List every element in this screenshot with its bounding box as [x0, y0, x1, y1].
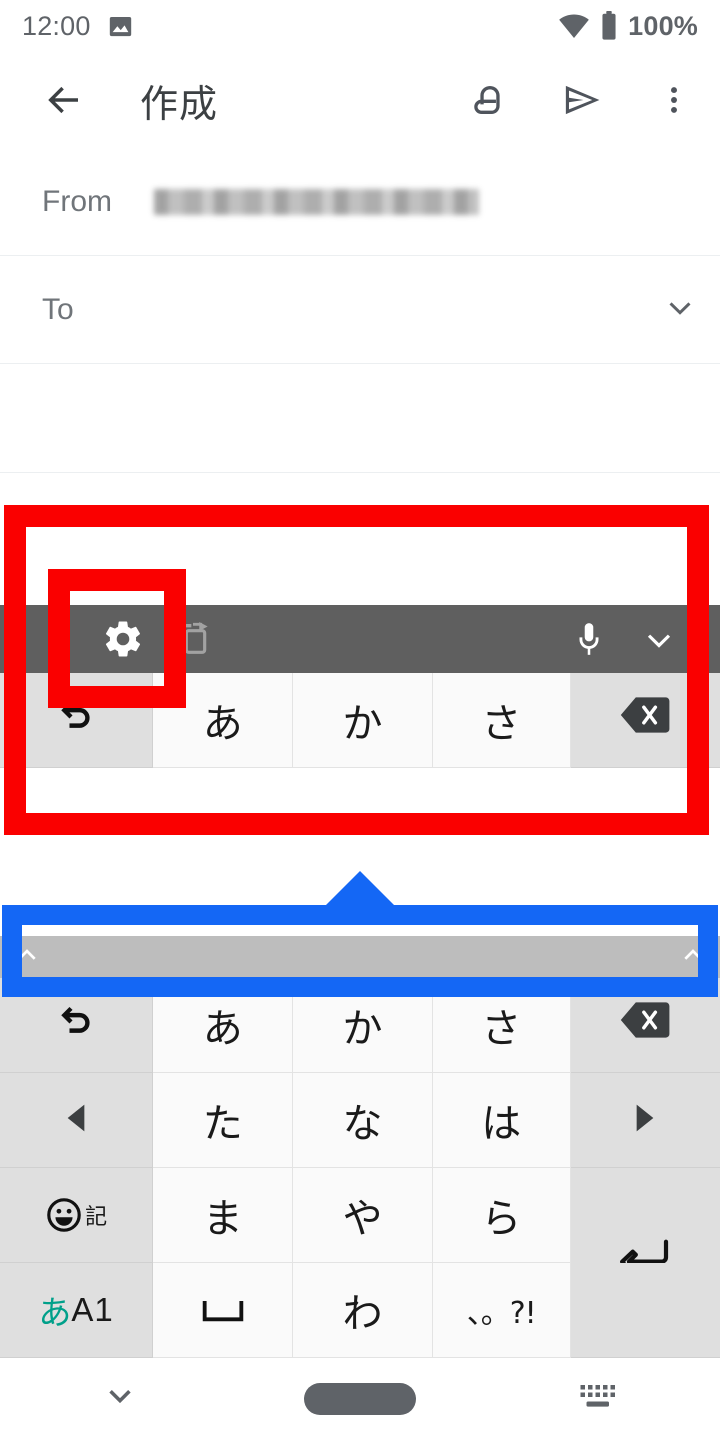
arrow-left-icon [63, 1097, 89, 1143]
keyboard-row-2: た な は [0, 1073, 720, 1168]
back-arrow-icon[interactable] [40, 76, 88, 124]
clipboard-paste-icon[interactable] [158, 605, 228, 673]
arrow-right-icon [632, 1097, 658, 1143]
from-label: From [42, 184, 112, 218]
key-na[interactable]: な [293, 1073, 433, 1168]
keyboard-top-strip [0, 908, 720, 936]
key-cursor-right[interactable] [570, 1073, 720, 1168]
key-space[interactable] [153, 1263, 294, 1358]
key-ta[interactable]: た [153, 1073, 294, 1168]
chevron-up-icon-right[interactable] [680, 945, 706, 970]
chevron-left-icon[interactable] [18, 605, 88, 673]
from-value-redacted [154, 188, 479, 215]
to-label: To [42, 292, 74, 326]
microphone-icon[interactable] [554, 605, 624, 673]
keyboard-row-3: 記 ま や ら [0, 1168, 720, 1359]
keyboard-row-snippet: あ か さ [0, 673, 720, 768]
app-bar: 作成 [0, 52, 720, 148]
chevron-down-icon[interactable] [662, 289, 698, 330]
emoji-icon: 記 [45, 1196, 107, 1234]
keyboard-row-1: あ か さ [0, 978, 720, 1073]
status-time: 12:00 [22, 10, 91, 41]
space-icon [200, 1287, 246, 1333]
status-bar-left: 12:00 [22, 11, 134, 42]
mode-hiragana-label: あ [38, 1293, 72, 1332]
key-mode-switch[interactable]: あ A1 [0, 1263, 154, 1358]
candidate-bar[interactable] [0, 936, 720, 978]
chevron-up-icon-left[interactable] [14, 945, 40, 970]
home-pill-icon [304, 1383, 416, 1415]
key-ya[interactable]: や [293, 1168, 433, 1263]
status-bar: 12:00 100% [0, 0, 720, 52]
subject-field[interactable] [0, 364, 720, 473]
annotation-pointer-arrow [324, 871, 396, 907]
key-a[interactable]: あ [153, 978, 294, 1073]
soft-keyboard: あ か さ た な は 記 ま や ら あ A1 わ 、。?! [0, 908, 720, 1372]
key-ka[interactable]: か [293, 978, 433, 1073]
send-icon[interactable] [558, 76, 606, 124]
backspace-icon [619, 695, 671, 745]
keyboard-row-4: あ A1 わ 、。?! [0, 1263, 720, 1358]
battery-icon [600, 11, 618, 41]
symbol-label: 記 [85, 1205, 108, 1230]
keyboard-toolbar-snippet: あ か さ [0, 532, 720, 828]
key-ka[interactable]: か [293, 673, 433, 768]
key-undo[interactable] [0, 673, 154, 768]
app-bar-actions [466, 76, 698, 124]
key-ha[interactable]: は [432, 1073, 571, 1168]
snippet-bottom-padding [0, 768, 720, 828]
mode-alphanumeric-label: A1 [71, 1291, 114, 1328]
to-field[interactable]: To [0, 256, 720, 364]
nav-home-button[interactable] [240, 1383, 480, 1415]
keyboard-toolbar [0, 605, 720, 673]
undo-icon [53, 997, 99, 1053]
key-a[interactable]: あ [153, 673, 294, 768]
key-undo[interactable] [0, 978, 154, 1073]
key-ra[interactable]: ら [432, 1168, 571, 1263]
image-icon [107, 13, 134, 40]
more-vertical-icon[interactable] [650, 76, 698, 124]
page-title: 作成 [140, 81, 219, 126]
navigation-bar [0, 1358, 720, 1440]
key-ma[interactable]: ま [153, 1168, 294, 1263]
snippet-top-padding [0, 532, 720, 605]
key-sa[interactable]: さ [432, 673, 571, 768]
battery-percentage: 100% [628, 10, 698, 41]
paperclip-icon[interactable] [466, 76, 514, 124]
key-enter-continued[interactable] [570, 1263, 720, 1358]
nav-keyboard-button[interactable] [480, 1382, 720, 1417]
key-punctuation[interactable]: 、。?! [432, 1263, 571, 1358]
key-wa[interactable]: わ [293, 1263, 433, 1358]
key-backspace[interactable] [570, 673, 720, 768]
gear-icon[interactable] [88, 605, 158, 673]
chevron-down-icon [100, 1377, 140, 1422]
backspace-icon [619, 1000, 671, 1050]
nav-back-button[interactable] [0, 1377, 240, 1422]
key-cursor-left[interactable] [0, 1073, 154, 1168]
key-backspace[interactable] [570, 978, 720, 1073]
key-emoji-symbol[interactable]: 記 [0, 1168, 154, 1263]
wifi-icon [558, 13, 590, 39]
key-sa[interactable]: さ [432, 978, 571, 1073]
keyboard-icon [579, 1382, 621, 1417]
from-field[interactable]: From [0, 148, 720, 256]
undo-icon [53, 692, 99, 748]
compose-fields: From To [0, 148, 720, 473]
chevron-down-icon[interactable] [624, 605, 694, 673]
status-bar-right: 100% [558, 11, 698, 42]
